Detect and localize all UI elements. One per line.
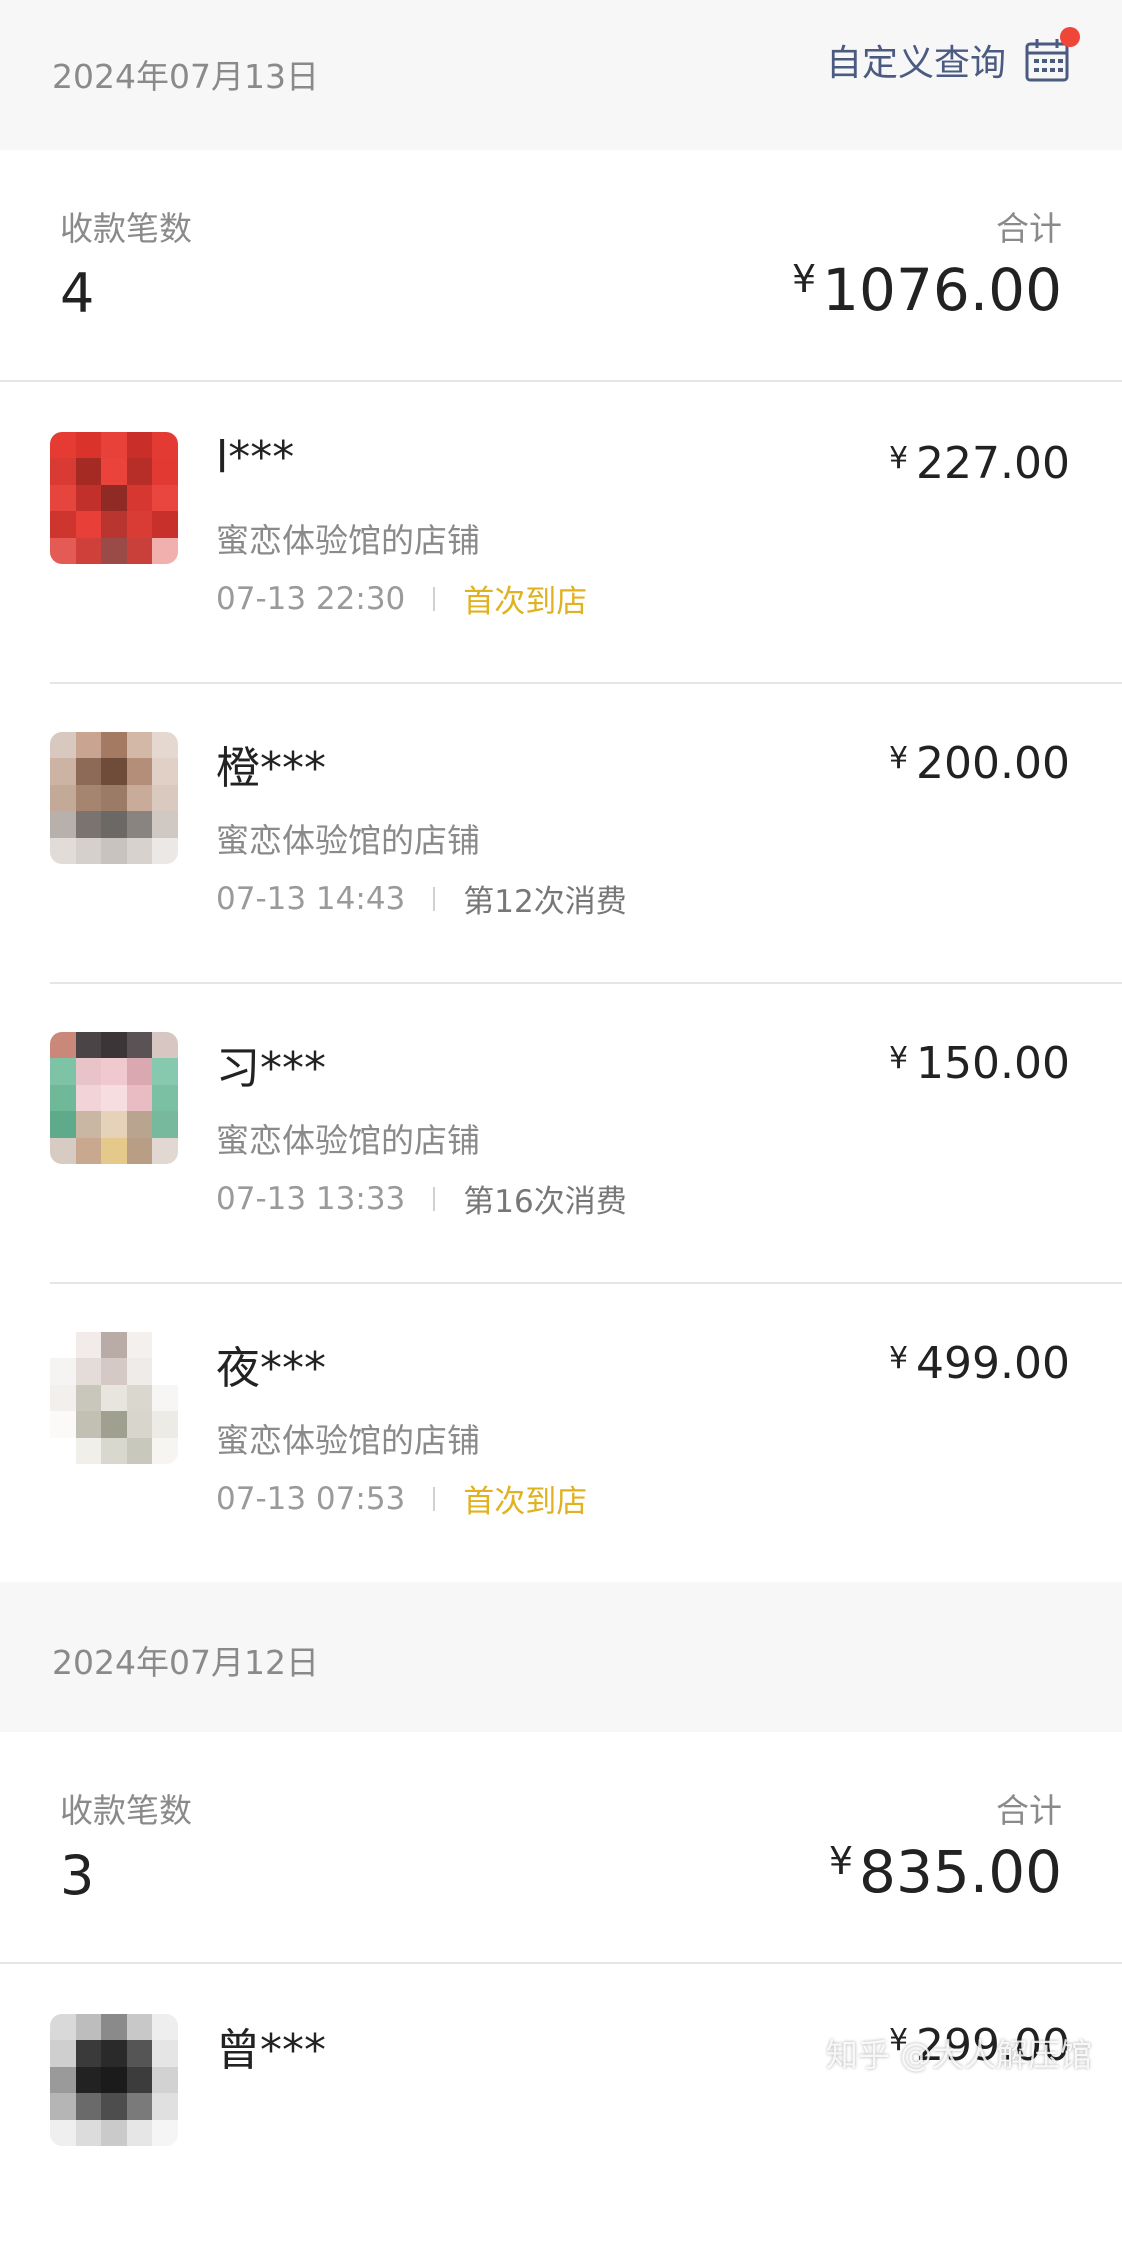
amount-value: 227.00 <box>916 438 1070 489</box>
transaction-time: 07-13 13:33 <box>216 1180 406 1217</box>
count-label: 收款笔数 <box>60 1791 192 1830</box>
avatar <box>50 1032 178 1164</box>
shop-name: 蜜恋体验馆的店铺 <box>216 821 480 860</box>
visit-tag: 首次到店 <box>463 1484 588 1520</box>
avatar <box>50 732 178 864</box>
currency-symbol: ¥ <box>888 1341 909 1376</box>
transaction-row[interactable]: 夜*** 蜜恋体验馆的店铺 07-13 07:53 首次到店 ¥499.00 <box>0 1282 1122 1582</box>
avatar <box>50 2014 178 2146</box>
customer-name: l*** <box>216 432 295 483</box>
transaction-amount: ¥499.00 <box>889 1338 1070 1389</box>
count-value: 4 <box>60 262 95 325</box>
amount-value: 150.00 <box>916 1038 1070 1089</box>
transaction-time: 07-13 22:30 <box>216 580 406 617</box>
custom-query-label: 自定义查询 <box>825 43 1006 84</box>
shop-name: 蜜恋体验馆的店铺 <box>216 1121 480 1160</box>
customer-name: 曾*** <box>216 2025 326 2076</box>
transaction-meta: 07-13 13:33 第16次消费 <box>216 1176 627 1221</box>
daily-summary: 收款笔数 3 合计 ¥835.00 <box>0 1732 1122 1964</box>
transaction-amount: ¥200.00 <box>889 738 1070 789</box>
customer-name: 橙*** <box>216 743 326 794</box>
transaction-row[interactable]: l*** 蜜恋体验馆的店铺 07-13 22:30 首次到店 ¥227.00 <box>0 382 1122 682</box>
notification-dot <box>1060 27 1080 47</box>
count-value: 3 <box>60 1844 95 1907</box>
currency-symbol: ¥ <box>888 441 909 476</box>
transaction-amount: ¥150.00 <box>889 1038 1070 1089</box>
transaction-time: 07-13 14:43 <box>216 880 406 917</box>
transaction-row[interactable]: 曾*** ¥299.00 <box>0 1964 1122 2264</box>
transaction-meta: 07-13 07:53 首次到店 <box>216 1476 587 1521</box>
divider <box>433 886 436 911</box>
total-label: 合计 <box>996 1791 1062 1830</box>
total-amount: 1076.00 <box>822 256 1062 324</box>
transaction-row[interactable]: 习*** 蜜恋体验馆的店铺 07-13 13:33 第16次消费 ¥150.00 <box>0 982 1122 1282</box>
total-value: ¥1076.00 <box>792 256 1062 324</box>
customer-name: 习*** <box>216 1043 326 1094</box>
transaction-time: 07-13 07:53 <box>216 1480 406 1517</box>
shop-name: 蜜恋体验馆的店铺 <box>216 521 480 560</box>
avatar <box>50 1332 178 1464</box>
currency-symbol: ¥ <box>828 1839 854 1883</box>
divider <box>433 586 436 611</box>
amount-value: 499.00 <box>916 1338 1070 1389</box>
date-label: 2024年07月12日 <box>52 1643 319 1682</box>
transaction-row[interactable]: 橙*** 蜜恋体验馆的店铺 07-13 14:43 第12次消费 ¥200.00 <box>0 682 1122 982</box>
transaction-meta: 07-13 22:30 首次到店 <box>216 576 587 621</box>
divider <box>433 1486 436 1511</box>
visit-tag: 第12次消费 <box>463 884 627 920</box>
currency-symbol: ¥ <box>888 1041 909 1076</box>
visit-tag: 首次到店 <box>463 584 588 620</box>
watermark: 知乎 @大人解压馆 <box>825 2036 1092 2074</box>
amount-value: 200.00 <box>916 738 1070 789</box>
total-amount: 835.00 <box>859 1838 1062 1906</box>
currency-symbol: ¥ <box>791 257 817 301</box>
total-label: 合计 <box>996 209 1062 248</box>
shop-name: 蜜恋体验馆的店铺 <box>216 1421 480 1460</box>
visit-tag: 第16次消费 <box>463 1184 627 1220</box>
avatar <box>50 432 178 564</box>
customer-name: 夜*** <box>216 1343 326 1394</box>
transaction-meta: 07-13 14:43 第12次消费 <box>216 876 627 921</box>
calendar-icon[interactable] <box>1024 27 1080 83</box>
custom-query-button[interactable]: 自定义查询 <box>825 27 1080 86</box>
daily-summary: 收款笔数 4 合计 ¥1076.00 <box>0 150 1122 382</box>
transaction-amount: ¥227.00 <box>889 438 1070 489</box>
count-label: 收款笔数 <box>60 209 192 248</box>
currency-symbol: ¥ <box>888 741 909 776</box>
date-header: 2024年07月12日 <box>0 1582 1122 1732</box>
divider <box>433 1186 436 1211</box>
date-header: 2024年07月13日 自定义查询 <box>0 0 1122 150</box>
total-value: ¥835.00 <box>829 1838 1062 1906</box>
date-label: 2024年07月13日 <box>52 57 319 96</box>
